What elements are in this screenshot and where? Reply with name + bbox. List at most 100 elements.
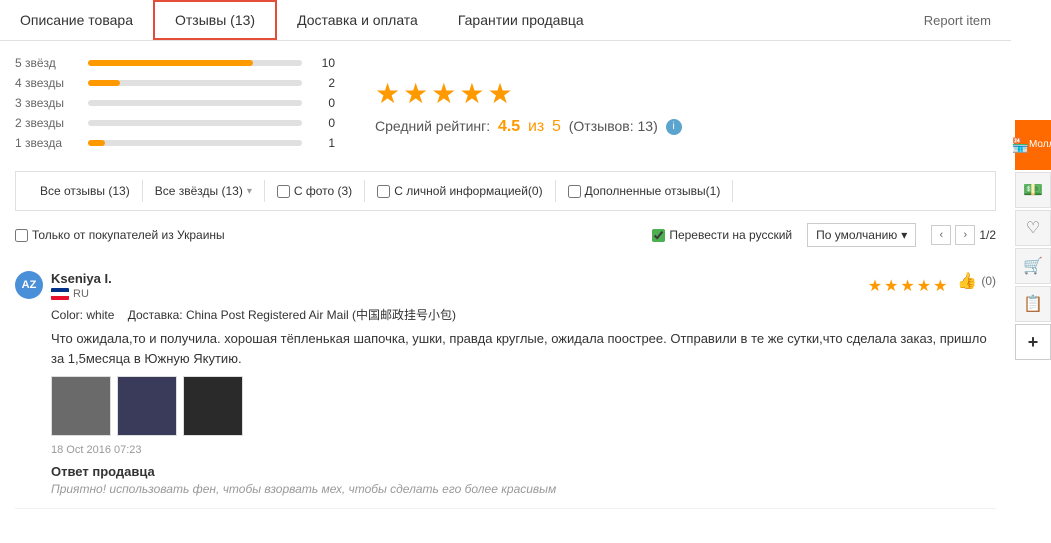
avg-value: 4.5 [498, 118, 520, 135]
tab-description[interactable]: Описание товара [0, 2, 153, 38]
r-star-5: ★ [933, 276, 947, 296]
tabs-bar: Описание товара Отзывы (13) Доставка и о… [0, 0, 1011, 41]
star-label-1: 1 звезда [15, 136, 80, 150]
delivery-label: Доставка: [128, 308, 183, 322]
star-label-3: 3 звезды [15, 96, 80, 110]
avg-out-of: 5 [552, 118, 561, 135]
like-icon: 👍 [957, 271, 977, 291]
cart-icon: 🛒 [1023, 256, 1043, 276]
avatar: AZ [15, 271, 43, 299]
review-item: AZ Kseniya I. RU ★ ★ ★ ★ [15, 259, 996, 509]
r-star-2: ★ [884, 276, 898, 296]
delivery-value: China Post Registered Air Mail (中国邮政挂号小包… [186, 308, 456, 322]
filter-all-stars-label: Все звёзды (13) [155, 184, 243, 198]
review-stars: ★ ★ ★ ★ ★ [868, 276, 948, 296]
translate-option[interactable]: Перевести на русский [652, 228, 792, 242]
with-info-label: С личной информацией(0) [394, 184, 542, 198]
reviewer-country: RU [51, 288, 868, 300]
tab-seller[interactable]: Гарантии продавца [438, 2, 604, 38]
review-thumb-3[interactable] [183, 376, 243, 436]
chevron-down-icon: ▾ [247, 186, 252, 197]
filter-with-info[interactable]: С личной информацией(0) [365, 180, 555, 202]
r-star-4: ★ [917, 276, 931, 296]
options-bar: Только от покупателей из Украины Перевес… [15, 223, 996, 247]
review-thumb-2[interactable] [117, 376, 177, 436]
star-4: ★ [459, 77, 484, 110]
bar-fill-1 [88, 140, 105, 146]
money-icon: 💵 [1023, 180, 1043, 200]
star-bars: 5 звёзд 10 4 звезды 2 3 зв [15, 56, 335, 156]
sidebar-mall-icon: 🏪 [1012, 137, 1029, 154]
star-row-2: 2 звезды 0 [15, 116, 335, 130]
rating-summary: ★ ★ ★ ★ ★ Средний рейтинг: 4.5 из 5 (Отз… [365, 56, 682, 156]
filter-additional[interactable]: Дополненные отзывы(1) [556, 180, 734, 202]
ukraine-label: Только от покупателей из Украины [32, 228, 225, 242]
bar-bg-4 [88, 80, 302, 86]
translate-label: Перевести на русский [669, 228, 792, 242]
star-3: ★ [431, 77, 456, 110]
bar-count-2: 0 [310, 116, 335, 130]
bar-bg-2 [88, 120, 302, 126]
star-row-5: 5 звёзд 10 [15, 56, 335, 70]
review-count: 13 [637, 118, 653, 134]
review-thumb-1[interactable] [51, 376, 111, 436]
translate-checkbox[interactable] [652, 229, 665, 242]
with-photo-checkbox[interactable] [277, 185, 290, 198]
review-date: 18 Oct 2016 07:23 [51, 444, 996, 456]
sidebar-orders-button[interactable]: 📋 [1015, 286, 1051, 322]
avg-of: из [528, 118, 544, 135]
report-item-link[interactable]: Report item [904, 3, 1011, 38]
bar-count-5: 10 [310, 56, 335, 70]
sidebar-money-button[interactable]: 💵 [1015, 172, 1051, 208]
filter-all-stars[interactable]: Все звёзды (13) ▾ [143, 180, 265, 202]
additional-label: Дополненные отзывы(1) [585, 184, 721, 198]
seller-reply-title: Ответ продавца [51, 464, 996, 479]
ukraine-filter[interactable]: Только от покупателей из Украины [15, 228, 225, 242]
sort-dropdown[interactable]: По умолчанию ▾ [807, 223, 916, 247]
bar-bg-1 [88, 140, 302, 146]
avg-label: Средний рейтинг: [375, 118, 490, 134]
sidebar-mall-button[interactable]: 🏪 Молл [1015, 120, 1051, 170]
additional-checkbox[interactable] [568, 185, 581, 198]
star-row-4: 4 звезды 2 [15, 76, 335, 90]
sort-chevron-icon: ▾ [901, 228, 907, 242]
bar-fill-4 [88, 80, 120, 86]
reviews-list: AZ Kseniya I. RU ★ ★ ★ ★ [15, 259, 996, 509]
star-2: ★ [403, 77, 428, 110]
color-label: Color: [51, 308, 83, 322]
tab-reviews[interactable]: Отзывы (13) [153, 0, 277, 40]
reviews-paren: ) [653, 118, 658, 134]
review-meta: Color: white Доставка: China Post Regist… [51, 306, 996, 323]
filter-with-photo[interactable]: С фото (3) [265, 180, 365, 202]
review-images [51, 376, 996, 436]
prev-page-button[interactable]: ‹ [931, 225, 951, 245]
star-1: ★ [375, 77, 400, 110]
with-info-checkbox[interactable] [377, 185, 390, 198]
page-info: 1/2 [979, 228, 996, 242]
bar-bg-5 [88, 60, 302, 66]
info-icon[interactable]: i [666, 119, 682, 135]
star-half: ★ [487, 77, 512, 110]
orders-icon: 📋 [1023, 294, 1043, 314]
bar-count-4: 2 [310, 76, 335, 90]
plus-icon: + [1028, 332, 1039, 353]
ukraine-checkbox[interactable] [15, 229, 28, 242]
star-row-1: 1 звезда 1 [15, 136, 335, 150]
sidebar-cart-button[interactable]: 🛒 [1015, 248, 1051, 284]
seller-reply-text: Приятно! использовать фен, чтобы взорват… [51, 482, 996, 496]
next-page-button[interactable]: › [955, 225, 975, 245]
review-header: AZ Kseniya I. RU ★ ★ ★ ★ [15, 271, 996, 300]
filter-all-reviews[interactable]: Все отзывы (13) [28, 180, 143, 202]
flag-icon [51, 288, 69, 300]
tab-delivery[interactable]: Доставка и оплата [277, 2, 438, 38]
reviews-text: Отзывов: [573, 118, 633, 134]
r-star-3: ★ [900, 276, 914, 296]
sidebar-heart-button[interactable]: ♡ [1015, 210, 1051, 246]
content-area: 5 звёзд 10 4 звезды 2 3 зв [0, 41, 1011, 509]
like-button[interactable]: 👍 (0) [957, 271, 996, 291]
sidebar-plus-button[interactable]: + [1015, 324, 1051, 360]
sort-label: По умолчанию [816, 228, 897, 242]
reviewer-info: Kseniya I. RU [51, 271, 868, 300]
star-row-3: 3 звезды 0 [15, 96, 335, 110]
filter-bar: Все отзывы (13) Все звёзды (13) ▾ С фото… [15, 171, 996, 211]
